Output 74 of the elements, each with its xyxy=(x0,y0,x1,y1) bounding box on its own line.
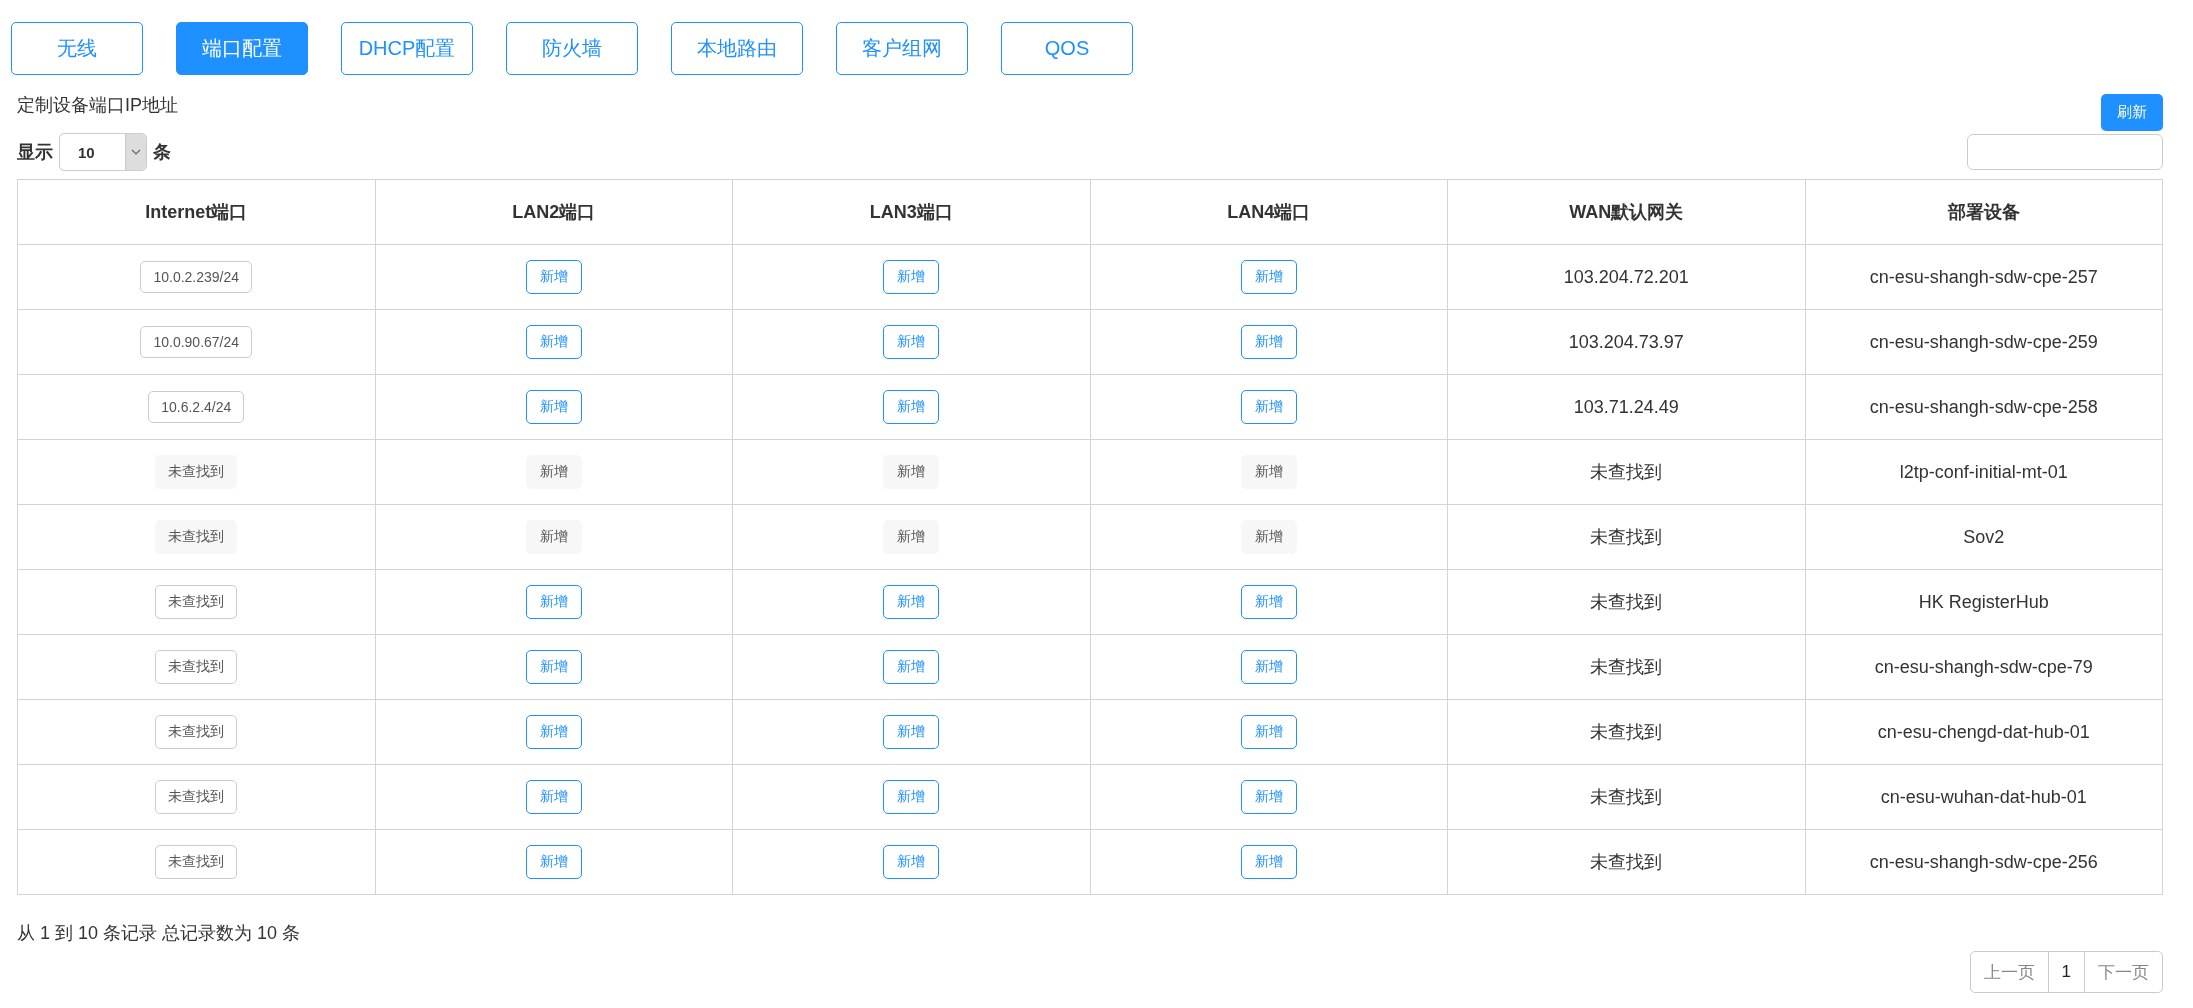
add-button[interactable]: 新增 xyxy=(525,650,582,684)
add-button[interactable]: 新增 xyxy=(1240,780,1297,814)
table-cell: cn-esu-shangh-sdw-cpe-257 xyxy=(1805,244,2163,310)
ip-tag[interactable]: 未查找到 xyxy=(155,715,238,749)
add-button[interactable]: 新增 xyxy=(1240,845,1297,879)
column-header: LAN2端口 xyxy=(375,179,733,245)
column-header: LAN4端口 xyxy=(1090,179,1448,245)
ip-tag[interactable]: 未查找到 xyxy=(155,585,238,619)
table-cell: cn-esu-chengd-dat-hub-01 xyxy=(1805,699,2163,765)
column-header: LAN3端口 xyxy=(732,179,1090,245)
column-header: WAN默认网关 xyxy=(1447,179,1805,245)
table-cell: cn-esu-wuhan-dat-hub-01 xyxy=(1805,764,2163,830)
tab[interactable]: 无线 xyxy=(11,22,143,75)
table-cell: 未查找到 xyxy=(1447,504,1805,570)
add-button[interactable]: 新增 xyxy=(525,325,582,359)
table-cell: cn-esu-shangh-sdw-cpe-256 xyxy=(1805,829,2163,895)
add-button[interactable]: 新增 xyxy=(883,650,940,684)
record-summary: 从 1 到 10 条记录 总记录数为 10 条 xyxy=(17,923,301,943)
table-cell: 未查找到 xyxy=(1447,634,1805,700)
refresh-button[interactable]: 刷新 xyxy=(2101,94,2163,131)
add-button[interactable]: 新增 xyxy=(883,585,940,619)
ip-tag[interactable]: 10.0.90.67/24 xyxy=(140,326,253,358)
column-header: 部署设备 xyxy=(1805,179,2163,245)
add-button[interactable]: 新增 xyxy=(1240,585,1297,619)
add-button[interactable]: 新增 xyxy=(525,585,582,619)
add-button[interactable]: 新增 xyxy=(883,390,940,424)
table-cell: 未查找到 xyxy=(1447,569,1805,635)
add-button[interactable]: 新增 xyxy=(883,715,940,749)
add-button[interactable]: 新增 xyxy=(883,780,940,814)
column-header: Internet端口 xyxy=(17,179,375,245)
add-button[interactable]: 新增 xyxy=(1240,650,1297,684)
ip-tag[interactable]: 10.0.2.239/24 xyxy=(140,261,253,293)
add-button[interactable]: 新增 xyxy=(1240,325,1297,359)
table-cell: 103.204.72.201 xyxy=(1447,244,1805,310)
table-cell: 未查找到 xyxy=(1447,764,1805,830)
add-button[interactable]: 新增 xyxy=(1240,390,1297,424)
add-button[interactable]: 新增 xyxy=(883,325,940,359)
table-cell: l2tp-conf-initial-mt-01 xyxy=(1805,439,2163,505)
add-button[interactable]: 新增 xyxy=(525,390,582,424)
tab[interactable]: 客户组网 xyxy=(836,22,968,75)
table-cell: cn-esu-shangh-sdw-cpe-259 xyxy=(1805,309,2163,375)
section-heading: 定制设备端口IP地址 xyxy=(17,94,178,117)
table-cell: HK RegisterHub xyxy=(1805,569,2163,635)
page-size-select[interactable]: 10 xyxy=(59,133,147,171)
add-button[interactable]: 新增 xyxy=(525,260,582,294)
tab[interactable]: QOS xyxy=(1001,22,1133,75)
tab[interactable]: 本地路由 xyxy=(671,22,803,75)
search-field[interactable] xyxy=(1967,134,2163,170)
table-cell: cn-esu-shangh-sdw-cpe-79 xyxy=(1805,634,2163,700)
ip-tag[interactable]: 10.6.2.4/24 xyxy=(148,391,245,423)
tab[interactable]: 防火墙 xyxy=(506,22,638,75)
table-cell: 未查找到 xyxy=(1447,699,1805,765)
table-cell: cn-esu-shangh-sdw-cpe-258 xyxy=(1805,374,2163,440)
table-cell: 103.204.73.97 xyxy=(1447,309,1805,375)
add-button[interactable]: 新增 xyxy=(883,260,940,294)
table-cell: Sov2 xyxy=(1805,504,2163,570)
add-button[interactable]: 新增 xyxy=(1240,715,1297,749)
add-button[interactable]: 新增 xyxy=(525,715,582,749)
entries-label: 条 xyxy=(153,141,171,164)
show-label: 显示 xyxy=(17,141,53,164)
tab[interactable]: DHCP配置 xyxy=(341,22,473,75)
ip-tag[interactable]: 未查找到 xyxy=(155,845,238,879)
ip-tag[interactable]: 未查找到 xyxy=(155,650,238,684)
add-button[interactable]: 新增 xyxy=(1240,260,1297,294)
add-button[interactable]: 新增 xyxy=(525,780,582,814)
table-cell: 103.71.24.49 xyxy=(1447,374,1805,440)
tab[interactable]: 端口配置 xyxy=(176,22,308,75)
pagination-button[interactable]: 1 xyxy=(2047,951,2085,993)
add-button[interactable]: 新增 xyxy=(883,845,940,879)
add-button[interactable]: 新增 xyxy=(525,845,582,879)
table-cell: 未查找到 xyxy=(1447,829,1805,895)
table-cell: 未查找到 xyxy=(1447,439,1805,505)
chevron-down-icon xyxy=(131,149,141,155)
ip-tag[interactable]: 未查找到 xyxy=(155,780,238,814)
